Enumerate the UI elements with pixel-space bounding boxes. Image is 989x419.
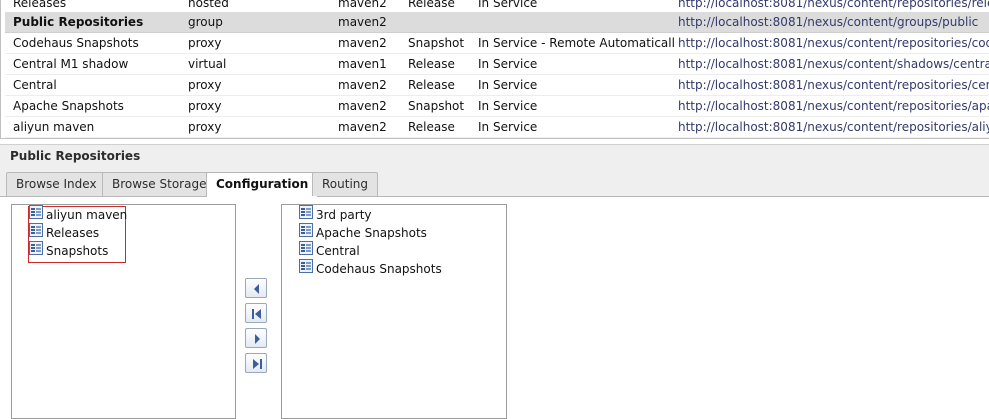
panel-title: Public Repositories [10, 149, 141, 163]
repo-url[interactable]: http://localhost:8081/nexus/content/repo… [678, 75, 989, 95]
repo-name: Central M1 shadow [13, 57, 129, 71]
repo-type: proxy [188, 120, 222, 134]
list-item-label: Codehaus Snapshots [316, 262, 442, 276]
repo-status: In Service [478, 57, 538, 71]
table-row[interactable]: Apache Snapshots proxy maven2 Snapshot I… [5, 96, 989, 117]
repo-status: In Service [478, 120, 538, 134]
repo-policy: Snapshot [408, 36, 465, 50]
repo-status: In Service [478, 78, 538, 92]
repo-url[interactable]: http://localhost:8081/nexus/content/repo… [678, 117, 989, 137]
configuration-content: aliyun maven Releases Snapshots 3rd part… [0, 197, 989, 419]
repository-icon [29, 241, 43, 260]
repo-name: Apache Snapshots [13, 99, 124, 113]
move-right-button[interactable] [245, 328, 267, 348]
list-item[interactable]: Codehaus Snapshots [299, 259, 442, 278]
grid-divider [1, 138, 989, 139]
repository-icon [299, 223, 313, 242]
repo-policy: Snapshot [408, 99, 465, 113]
table-row[interactable]: aliyun maven proxy maven2 Release In Ser… [5, 117, 989, 138]
repo-url[interactable]: http://localhost:8081/nexus/content/shad… [678, 54, 989, 74]
repo-url[interactable]: http://localhost:8081/nexus/content/repo… [678, 96, 989, 116]
repository-icon [29, 205, 43, 224]
repo-format: maven2 [338, 99, 387, 113]
repo-policy [408, 12, 478, 32]
tab-browse-storage[interactable]: Browse Storage [102, 172, 217, 196]
list-item-label: 3rd party [316, 208, 372, 222]
table-row[interactable]: Central proxy maven2 Release In Service … [5, 75, 989, 96]
available-repositories-list[interactable]: 3rd party Apache Snapshots Central Codeh… [281, 204, 507, 419]
move-all-right-button[interactable] [245, 353, 267, 373]
list-item-label: aliyun maven [46, 208, 128, 222]
repo-url[interactable]: http://localhost:8081/nexus/content/grou… [678, 12, 989, 32]
table-row-selected[interactable]: Public Repositories group maven2 http://… [5, 12, 989, 33]
repository-icon [299, 259, 313, 278]
list-item[interactable]: 3rd party [299, 205, 372, 224]
tab-strip: Browse Index Browse Storage Configuratio… [0, 169, 989, 197]
repo-format: maven2 [338, 120, 387, 134]
tab-browse-index[interactable]: Browse Index [6, 172, 107, 196]
repo-format: maven1 [338, 57, 387, 71]
repository-grid: Releases hosted maven2 Release In Servic… [0, 0, 989, 139]
repo-format: maven2 [338, 15, 387, 29]
repository-icon [299, 205, 313, 224]
repo-name: Public Repositories [13, 15, 144, 29]
repo-name: Codehaus Snapshots [13, 36, 139, 50]
repository-icon [29, 223, 43, 242]
repo-name: Central [13, 78, 57, 92]
list-item[interactable]: Releases [29, 223, 100, 242]
repo-status: In Service [478, 99, 538, 113]
repo-policy: Release [408, 57, 455, 71]
repo-type: proxy [188, 99, 222, 113]
repo-type: group [188, 15, 223, 29]
repository-icon [299, 241, 313, 260]
repo-type: virtual [188, 57, 227, 71]
table-row[interactable]: Central M1 shadow virtual maven1 Release… [5, 54, 989, 75]
repo-status: In Service - Remote Automaticall... [478, 36, 676, 50]
ordered-group-repositories-list[interactable]: aliyun maven Releases Snapshots [11, 204, 236, 419]
list-item[interactable]: Central [299, 241, 360, 260]
repo-policy: Release [408, 78, 455, 92]
repo-format: maven2 [338, 36, 387, 50]
tab-configuration[interactable]: Configuration [206, 172, 319, 197]
repo-format: maven2 [338, 78, 387, 92]
repo-type: proxy [188, 78, 222, 92]
panel-header: Public Repositories [0, 144, 989, 169]
repo-type: proxy [188, 36, 222, 50]
move-all-left-button[interactable] [245, 303, 267, 323]
tab-routing[interactable]: Routing [312, 172, 379, 196]
list-item[interactable]: Apache Snapshots [299, 223, 427, 242]
move-left-button[interactable] [245, 278, 267, 298]
repo-status [478, 12, 676, 32]
repo-policy: Release [408, 120, 455, 134]
list-item-label: Central [316, 244, 360, 258]
list-item-label: Snapshots [46, 244, 109, 258]
repo-url[interactable]: http://localhost:8081/nexus/content/repo… [678, 33, 989, 53]
list-item-label: Releases [46, 226, 100, 240]
list-item[interactable]: Snapshots [29, 241, 109, 260]
list-item[interactable]: aliyun maven [29, 205, 128, 224]
repo-name: aliyun maven [13, 120, 95, 134]
list-item-label: Apache Snapshots [316, 226, 427, 240]
table-row[interactable]: Codehaus Snapshots proxy maven2 Snapshot… [5, 33, 989, 54]
